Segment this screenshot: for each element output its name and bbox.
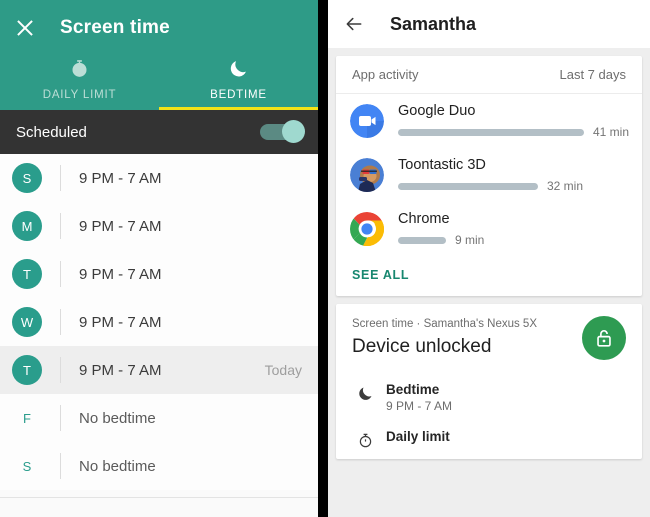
app-usage-bar <box>398 182 538 190</box>
app-activity-card-header: App activity Last 7 days <box>336 56 642 94</box>
scheduled-row[interactable]: Scheduled <box>0 110 318 154</box>
status-daily-limit-title: Daily limit <box>386 429 450 444</box>
app-usage-time: 9 min <box>455 233 485 247</box>
profile-header: Samantha <box>328 0 650 48</box>
schedule-day-row[interactable]: M 9 PM - 7 AM <box>0 202 318 250</box>
screen-time-tabs: DAILY LIMIT BEDTIME <box>0 56 318 110</box>
unlock-icon <box>582 316 626 360</box>
status-bedtime-title: Bedtime <box>386 382 440 397</box>
app-activity-row[interactable]: Chrome 9 min <box>336 202 642 256</box>
moon-icon <box>228 58 249 84</box>
device-status-card: Screen time · Samantha's Nexus 5X Device… <box>336 304 642 459</box>
row-vertical-divider <box>60 357 61 383</box>
app-name: Toontastic 3D <box>398 157 486 173</box>
app-row-body: Chrome 9 min <box>398 211 626 247</box>
app-usage-time: 41 min <box>593 125 630 139</box>
right-panel-profile: Samantha App activity Last 7 days Google… <box>328 0 650 517</box>
toggle-knob <box>282 120 305 143</box>
screen-time-topbar: Screen time <box>0 0 318 56</box>
row-vertical-divider <box>60 213 61 239</box>
app-activity-row[interactable]: Toontastic 3D 32 min <box>336 148 642 202</box>
row-vertical-divider <box>60 165 61 191</box>
day-initial-badge: T <box>12 259 42 289</box>
schedule-day-row[interactable]: S No bedtime <box>0 442 318 490</box>
day-initial-badge: S <box>12 163 42 193</box>
app-activity-range: Last 7 days <box>559 67 627 82</box>
row-vertical-divider <box>60 261 61 287</box>
day-time-label: No bedtime <box>79 409 156 427</box>
back-arrow-icon[interactable] <box>344 14 364 34</box>
schedule-day-row[interactable]: F No bedtime <box>0 394 318 442</box>
app-activity-label: App activity <box>352 67 419 82</box>
panel-divider <box>318 0 328 517</box>
app-activity-list: Google Duo 41 min Toontastic 3D 32 min Chrom… <box>336 94 642 256</box>
moon-icon <box>352 382 378 402</box>
scheduled-label: Scheduled <box>16 123 87 141</box>
app-name: Chrome <box>398 211 450 227</box>
google-duo-icon <box>350 104 384 138</box>
tab-daily-limit[interactable]: DAILY LIMIT <box>0 56 159 110</box>
app-activity-row[interactable]: Google Duo 41 min <box>336 94 642 148</box>
app-usage-bar <box>398 128 584 136</box>
status-bedtime-sub: 9 PM - 7 AM <box>386 399 453 413</box>
page-title: Screen time <box>60 17 170 38</box>
bedtime-schedule-list: S 9 PM - 7 AM M 9 PM - 7 AM T 9 PM - 7 AM W 9 P… <box>0 154 318 490</box>
app-usage-time: 32 min <box>547 179 584 193</box>
day-time-label: No bedtime <box>79 457 156 475</box>
profile-name-title: Samantha <box>390 13 477 34</box>
see-all-link[interactable]: SEE ALL <box>336 256 642 296</box>
day-initial-badge: M <box>12 211 42 241</box>
close-icon[interactable] <box>14 17 36 39</box>
day-time-label: 9 PM - 7 AM <box>79 361 162 379</box>
scheduled-toggle[interactable] <box>260 120 305 143</box>
day-initial-badge: F <box>23 410 31 426</box>
app-usage-meter: 9 min <box>398 233 626 247</box>
stopwatch-icon <box>69 58 90 84</box>
schedule-day-row[interactable]: T 9 PM - 7 AM Today <box>0 346 318 394</box>
day-initial-badge: W <box>12 307 42 337</box>
left-panel-screen-time: Screen time DAILY LIMIT BEDTIME Schedule… <box>0 0 318 517</box>
schedule-day-row[interactable]: T 9 PM - 7 AM <box>0 250 318 298</box>
app-usage-meter: 32 min <box>398 179 626 193</box>
row-vertical-divider <box>60 453 61 479</box>
screen-time-header: Screen time DAILY LIMIT BEDTIME <box>0 0 318 110</box>
day-time-label: 9 PM - 7 AM <box>79 169 162 187</box>
app-usage-meter: 41 min <box>398 125 629 139</box>
app-activity-card: App activity Last 7 days Google Duo 41 mi… <box>336 56 642 296</box>
stopwatch-icon <box>352 429 378 449</box>
row-vertical-divider <box>60 309 61 335</box>
screen-root: Screen time DAILY LIMIT BEDTIME Schedule… <box>0 0 650 517</box>
tab-active-indicator <box>159 107 318 110</box>
app-usage-bar <box>398 236 446 244</box>
day-initial-badge: T <box>12 355 42 385</box>
day-time-label: 9 PM - 7 AM <box>79 313 162 331</box>
toontastic-icon <box>350 158 384 192</box>
tab-bedtime-label: BEDTIME <box>210 89 267 101</box>
tab-bedtime[interactable]: BEDTIME <box>159 56 318 110</box>
day-time-label: 9 PM - 7 AM <box>79 265 162 283</box>
schedule-day-row[interactable]: S 9 PM - 7 AM <box>0 154 318 202</box>
app-row-body: Google Duo 41 min <box>398 103 629 139</box>
today-badge: Today <box>264 362 302 378</box>
device-status-rows: Bedtime 9 PM - 7 AM Daily limit <box>352 376 626 459</box>
app-row-body: Toontastic 3D 32 min <box>398 157 626 193</box>
day-time-label: 9 PM - 7 AM <box>79 217 162 235</box>
bedtime-footer-note: Devices will lock during bedtime. Calls … <box>0 498 318 517</box>
schedule-day-row[interactable]: W 9 PM - 7 AM <box>0 298 318 346</box>
chrome-icon <box>350 212 384 246</box>
app-name: Google Duo <box>398 103 476 119</box>
status-row-bedtime[interactable]: Bedtime 9 PM - 7 AM <box>352 376 626 423</box>
day-initial-badge: S <box>22 458 32 474</box>
status-row-daily-limit[interactable]: Daily limit <box>352 423 626 459</box>
row-vertical-divider <box>60 405 61 431</box>
tab-daily-limit-label: DAILY LIMIT <box>42 89 117 101</box>
